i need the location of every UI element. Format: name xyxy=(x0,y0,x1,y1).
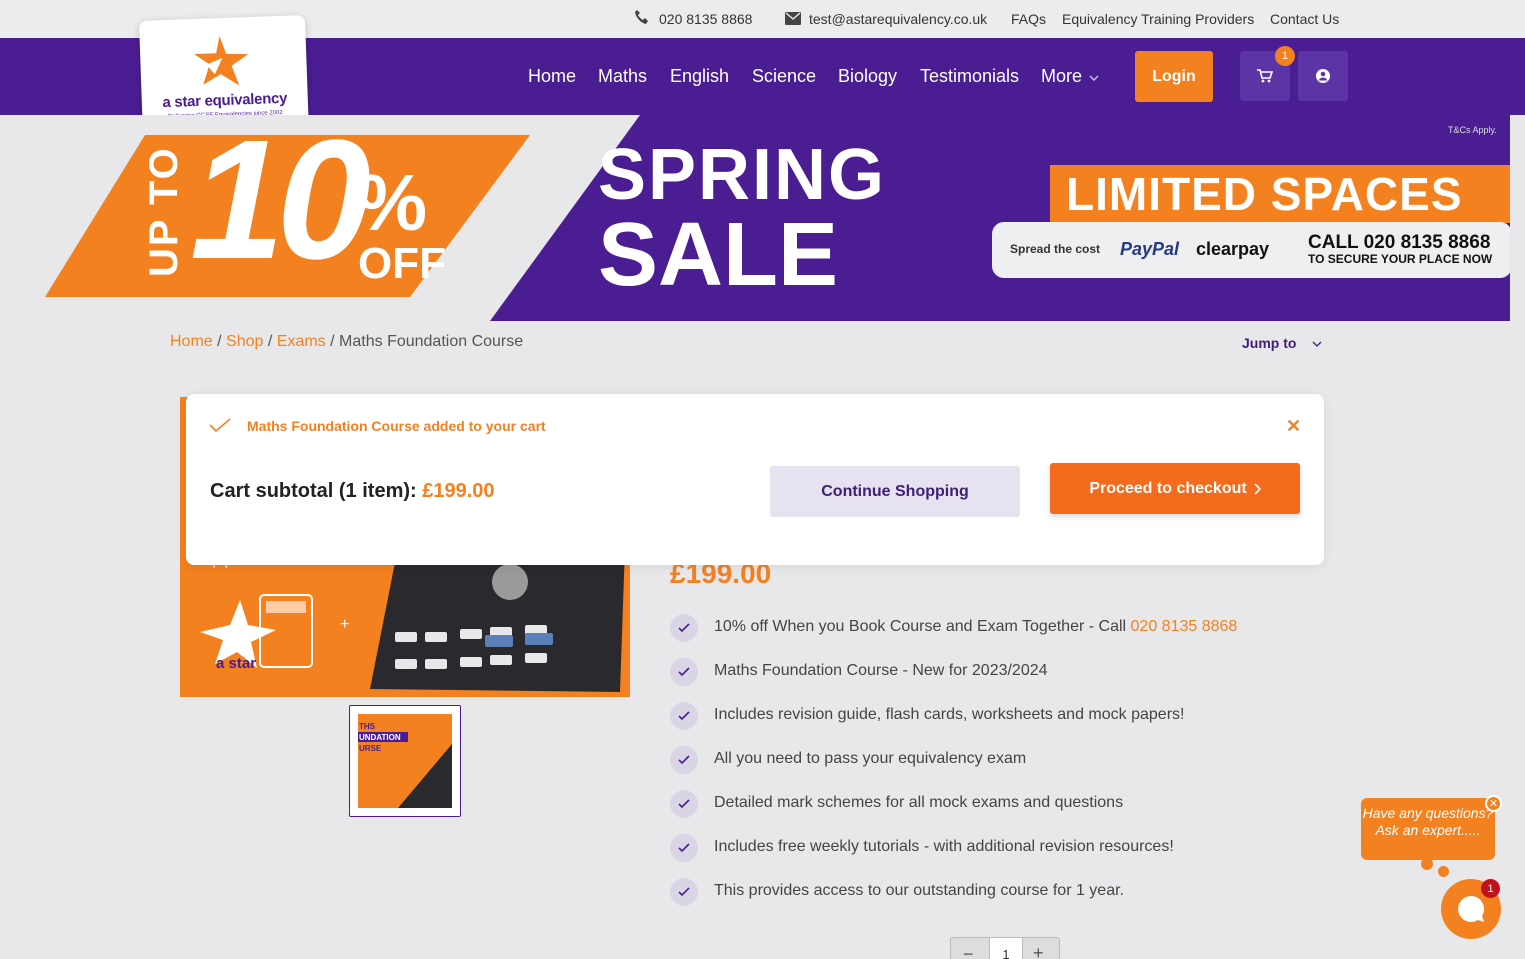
feature-item: Includes revision guide, flash cards, wo… xyxy=(670,702,1370,730)
banner-up-to: UP TO xyxy=(142,146,186,277)
nav-testimonials[interactable]: Testimonials xyxy=(920,66,1019,87)
check-icon xyxy=(670,746,698,774)
added-message: Maths Foundation Course added to your ca… xyxy=(247,418,546,434)
feature-item: This provides access to our outstanding … xyxy=(670,878,1370,906)
chat-prompt-bubble[interactable]: Have any questions? Ask an expert..... xyxy=(1361,798,1495,860)
jump-to-label: Jump to xyxy=(1242,335,1297,351)
user-circle-icon xyxy=(1316,69,1330,83)
nav-more[interactable]: More xyxy=(1041,66,1099,87)
star-logo-icon xyxy=(194,36,249,86)
feature-item: All you need to pass your equivalency ex… xyxy=(670,746,1370,774)
added-to-cart-notice: Maths Foundation Course added to your ca… xyxy=(186,394,1324,565)
chevron-right-icon xyxy=(1254,482,1261,495)
phone-icon xyxy=(634,9,650,28)
spring-sale-banner[interactable]: UP TO 10 % OFF SPRING SALE T&Cs Apply. L… xyxy=(0,115,1510,321)
check-icon xyxy=(670,658,698,686)
banner-ten: 10 xyxy=(190,115,371,295)
logo-name: a star equivalency xyxy=(162,89,288,112)
proceed-to-checkout-button[interactable]: Proceed to checkout xyxy=(1050,463,1300,514)
nav-science[interactable]: Science xyxy=(752,66,816,87)
quantity-increase-button[interactable]: + xyxy=(1033,943,1044,959)
feature-text: Detailed mark schemes for all mock exams… xyxy=(714,794,1124,811)
nav-more-label: More xyxy=(1041,66,1083,86)
quantity-stepper: − 1 + xyxy=(950,937,1060,959)
check-icon xyxy=(670,614,698,642)
feature-item: Includes free weekly tutorials - with ad… xyxy=(670,834,1370,862)
chat-unread-badge: 1 xyxy=(1481,879,1500,898)
check-icon xyxy=(670,878,698,906)
breadcrumb-current: Maths Foundation Course xyxy=(339,333,524,350)
checkmark-icon xyxy=(209,418,231,432)
nav-maths[interactable]: Maths xyxy=(598,66,647,87)
spread-cost-text: Spread the cost xyxy=(1010,242,1101,256)
breadcrumb-separator: / xyxy=(217,333,222,350)
banner-tcs: T&Cs Apply. xyxy=(1448,125,1497,135)
training-providers-link[interactable]: Equivalency Training Providers xyxy=(1062,11,1254,27)
jump-to-dropdown[interactable]: Jump to xyxy=(1242,335,1322,351)
close-icon[interactable]: ✕ xyxy=(1286,416,1301,437)
quantity-decrease-button[interactable]: − xyxy=(963,944,974,959)
product-image-brand: a star xyxy=(216,655,257,672)
contact-us-link[interactable]: Contact Us xyxy=(1270,11,1339,27)
banner-percent: % xyxy=(356,158,428,247)
feature-item: 10% off When you Book Course and Exam To… xyxy=(670,614,1370,642)
chat-prompt-close-icon[interactable]: ✕ xyxy=(1485,795,1502,812)
check-icon xyxy=(670,834,698,862)
subtotal-amount: £199.00 xyxy=(422,480,495,502)
breadcrumb: Home / Shop / Exams / Maths Foundation C… xyxy=(170,333,523,351)
feature-text: Includes free weekly tutorials - with ad… xyxy=(714,838,1174,855)
breadcrumb-separator: / xyxy=(330,333,335,350)
thumb-text-2: UNDATION xyxy=(359,733,401,742)
faqs-link[interactable]: FAQs xyxy=(1011,11,1046,27)
quantity-input[interactable]: 1 xyxy=(989,938,1023,959)
thumb-text-3: URSE xyxy=(359,744,382,753)
chevron-down-icon xyxy=(1089,75,1099,81)
nav-home[interactable]: Home xyxy=(528,66,576,87)
feature-item: Detailed mark schemes for all mock exams… xyxy=(670,790,1370,818)
nav-english[interactable]: English xyxy=(670,66,729,87)
subtotal-label: Cart subtotal (1 item): xyxy=(210,480,417,502)
chat-icon xyxy=(1458,895,1485,922)
thumb-text-1: THS xyxy=(359,722,375,731)
check-icon xyxy=(670,790,698,818)
account-button[interactable] xyxy=(1298,51,1348,101)
continue-shopping-button[interactable]: Continue Shopping xyxy=(770,466,1020,517)
login-button[interactable]: Login xyxy=(1135,51,1213,102)
bubble-tail-dot xyxy=(1421,858,1433,870)
breadcrumb-separator: / xyxy=(267,333,273,350)
banner-call-number: CALL 020 8135 8868 xyxy=(1308,232,1491,253)
check-icon xyxy=(670,702,698,730)
email-icon xyxy=(785,12,801,28)
email-link[interactable]: test@astarequivalency.co.uk xyxy=(809,11,987,27)
feature-text: All you need to pass your equivalency ex… xyxy=(714,750,1027,767)
paypal-logo: PayPal xyxy=(1120,239,1180,259)
bubble-tail-dot xyxy=(1438,866,1449,877)
feature-text: Includes revision guide, flash cards, wo… xyxy=(714,706,1185,723)
banner-sale: SALE xyxy=(598,205,839,305)
clearpay-logo: clearpay xyxy=(1196,239,1270,259)
banner-off: OFF xyxy=(358,239,446,288)
chevron-down-icon xyxy=(1312,341,1322,347)
cart-subtotal: Cart subtotal (1 item): £199.00 xyxy=(210,480,495,503)
feature-text: 10% off When you Book Course and Exam To… xyxy=(714,618,1238,635)
product-thumbnail[interactable]: THS UNDATION URSE xyxy=(349,705,461,817)
banner-spring: SPRING xyxy=(598,135,887,215)
svg-text:+: + xyxy=(340,616,349,633)
feature-item: Maths Foundation Course - New for 2023/2… xyxy=(670,658,1370,686)
phone-link[interactable]: 020 8135 8868 xyxy=(659,11,752,27)
nav-biology[interactable]: Biology xyxy=(838,66,897,87)
breadcrumb-exams[interactable]: Exams xyxy=(277,333,326,350)
banner-limited-spaces: LIMITED SPACES xyxy=(1050,165,1510,223)
feature-text: This provides access to our outstanding … xyxy=(714,882,1124,899)
feature-text: Maths Foundation Course - New for 2023/2… xyxy=(714,662,1048,679)
banner-payment-pill: Spread the cost PayPal clearpay CALL 020… xyxy=(992,222,1510,278)
breadcrumb-shop[interactable]: Shop xyxy=(226,333,263,350)
banner-secure-text: TO SECURE YOUR PLACE NOW xyxy=(1308,252,1493,266)
cart-icon xyxy=(1257,69,1273,83)
checkout-label: Proceed to checkout xyxy=(1089,479,1247,497)
cart-count-badge: 1 xyxy=(1275,46,1295,66)
feature-phone-link[interactable]: 020 8135 8868 xyxy=(1131,618,1238,635)
breadcrumb-home[interactable]: Home xyxy=(170,333,213,350)
